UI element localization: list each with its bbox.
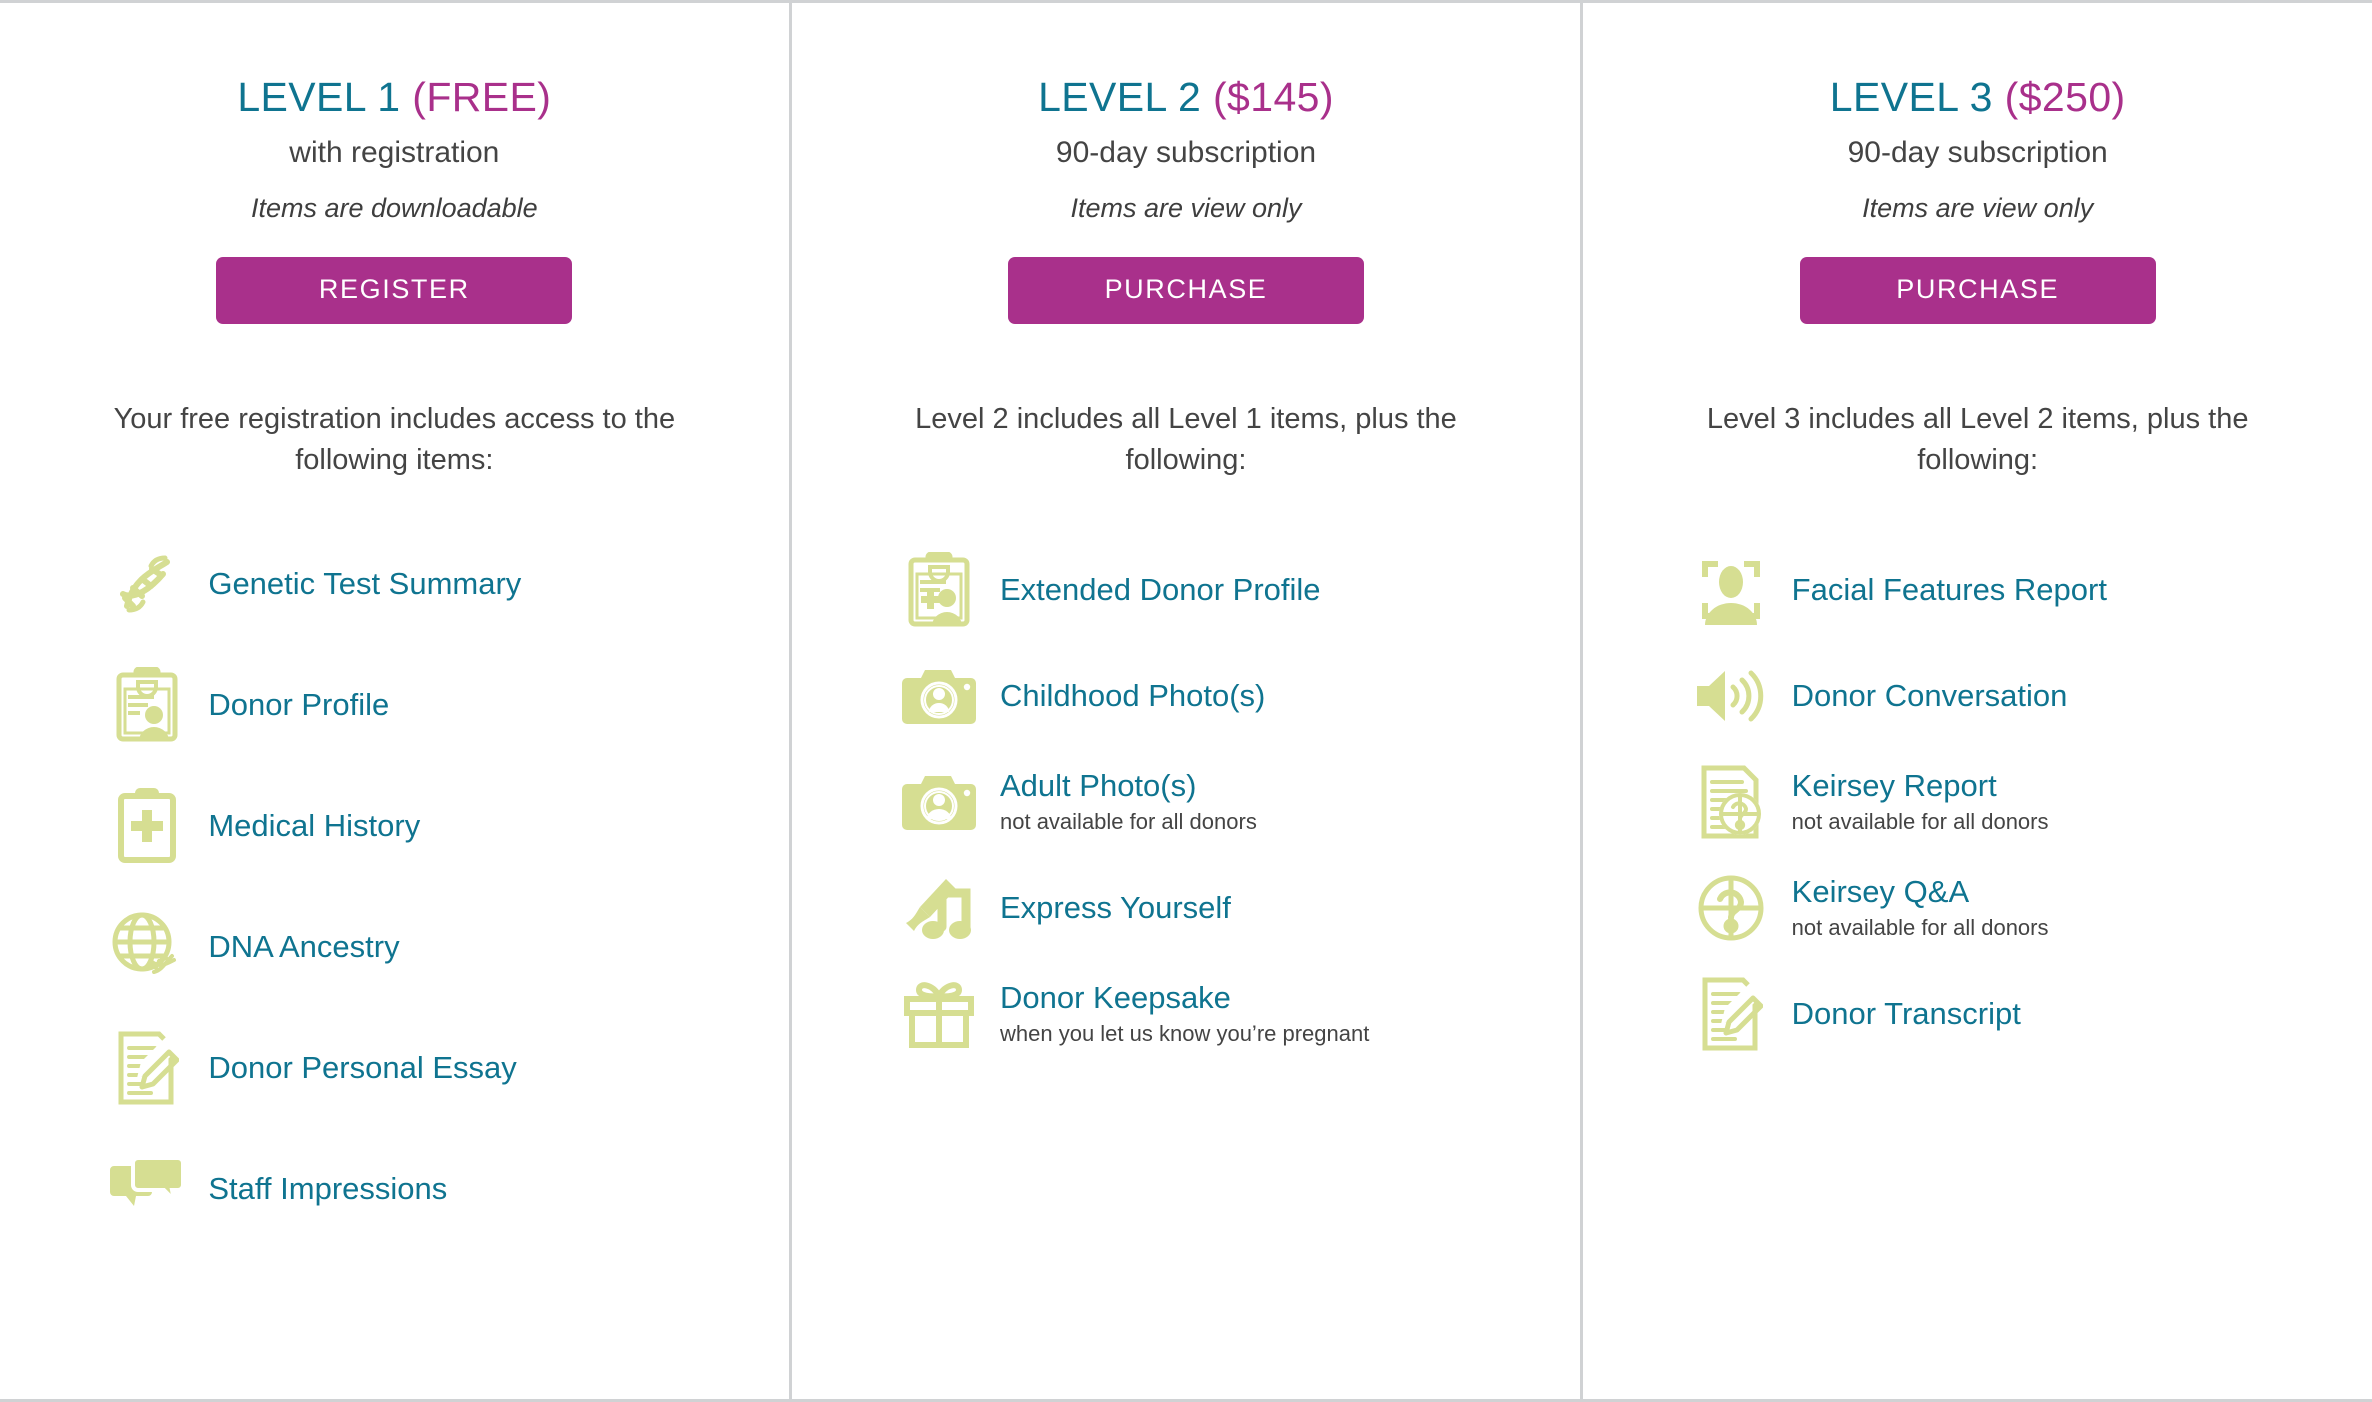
list-item[interactable]: Genetic Test Summary: [74, 544, 714, 624]
feature-link[interactable]: Express Yourself: [1000, 890, 1231, 927]
feature-link[interactable]: Adult Photo(s): [1000, 768, 1257, 805]
feature-link[interactable]: Donor Conversation: [1792, 678, 2068, 715]
tier-intro-text: Your free registration includes access t…: [113, 402, 676, 476]
list-item[interactable]: Facial Features Report: [1658, 550, 2298, 630]
feature-list: Genetic Test Summary Donor Profile Medic…: [74, 544, 714, 1270]
tier-price: (FREE): [412, 74, 552, 120]
feature-note: when you let us know you’re pregnant: [1000, 1021, 1370, 1047]
gift-box-icon: [900, 975, 978, 1053]
clipboard-person-icon: [108, 666, 186, 744]
tier-header: LEVEL 2 ($145) 90-day subscription Items…: [792, 3, 1581, 324]
feature-link[interactable]: Donor Keepsake: [1000, 980, 1369, 1017]
feature-text: Donor Transcript: [1792, 996, 2021, 1033]
list-item[interactable]: Donor Profile: [74, 665, 714, 745]
speech-bubbles-icon: [108, 1150, 186, 1228]
tier-access-note: Items are view only: [1070, 192, 1302, 223]
tier-price: ($145): [1213, 74, 1334, 120]
tier-column-level-1: LEVEL 1 (FREE) with registration Items a…: [0, 3, 789, 1399]
document-pencil-icon: [108, 1029, 186, 1107]
feature-text: Adult Photo(s) not available for all don…: [1000, 768, 1257, 836]
circle-question-icon: [1692, 869, 1770, 947]
feature-note: not available for all donors: [1000, 809, 1257, 835]
feature-text: Facial Features Report: [1792, 572, 2107, 609]
paintbrush-music-note-icon: [900, 869, 978, 947]
list-item[interactable]: DNA Ancestry: [74, 907, 714, 987]
feature-link[interactable]: Donor Transcript: [1792, 996, 2021, 1033]
list-item[interactable]: Keirsey Q&A not available for all donors: [1658, 868, 2298, 948]
feature-link[interactable]: Staff Impressions: [208, 1171, 447, 1208]
list-item[interactable]: Donor Transcript: [1658, 974, 2298, 1054]
feature-note: not available for all donors: [1791, 809, 2049, 835]
clipboard-person-medical-icon: [900, 551, 978, 629]
purchase-button[interactable]: PURCHASE: [1799, 256, 2156, 324]
tier-column-level-2: LEVEL 2 ($145) 90-day subscription Items…: [788, 3, 1581, 1399]
dna-helix-icon: [108, 545, 186, 623]
feature-link[interactable]: Extended Donor Profile: [1000, 572, 1321, 609]
list-item[interactable]: Staff Impressions: [74, 1149, 714, 1229]
feature-text: Donor Keepsake when you let us know you’…: [1000, 980, 1369, 1048]
tier-access-note: Items are view only: [1862, 192, 2094, 223]
tier-name: LEVEL 2: [1038, 74, 1202, 120]
feature-text: Keirsey Q&A not available for all donors: [1792, 874, 2049, 942]
speaker-sound-icon: [1692, 657, 1770, 735]
feature-link[interactable]: Genetic Test Summary: [208, 566, 521, 603]
face-detection-icon: [1692, 551, 1770, 629]
tier-intro-text: Level 3 includes all Level 2 items, plus…: [1706, 402, 2249, 476]
page-title: LEVEL 2 ($145): [792, 77, 1581, 118]
list-item[interactable]: Donor Conversation: [1658, 656, 2298, 736]
tier-header: LEVEL 3 ($250) 90-day subscription Items…: [1583, 3, 2372, 324]
feature-text: Donor Profile: [208, 687, 389, 724]
tier-subtitle: 90-day subscription: [1847, 136, 2108, 169]
camera-portrait-icon: [900, 763, 978, 841]
feature-link[interactable]: Donor Profile: [208, 687, 389, 724]
feature-text: Donor Personal Essay: [208, 1050, 516, 1087]
feature-list: Facial Features Report Donor Conversatio…: [1658, 550, 2298, 1080]
clipboard-medical-cross-icon: [108, 787, 186, 865]
feature-link[interactable]: Facial Features Report: [1792, 572, 2107, 609]
feature-link[interactable]: Medical History: [208, 808, 420, 845]
feature-text: Childhood Photo(s): [1000, 678, 1265, 715]
feature-text: DNA Ancestry: [208, 929, 399, 966]
list-item[interactable]: Express Yourself: [866, 868, 1506, 948]
globe-dna-icon: [108, 908, 186, 986]
list-item[interactable]: Donor Keepsake when you let us know you’…: [866, 974, 1506, 1054]
tier-access-note: Items are downloadable: [250, 192, 538, 223]
tier-price: ($250): [2004, 74, 2126, 120]
feature-link[interactable]: DNA Ancestry: [208, 929, 399, 966]
list-item[interactable]: Keirsey Report not available for all don…: [1658, 762, 2298, 842]
camera-portrait-icon: [900, 657, 978, 735]
page-title: LEVEL 1 (FREE): [0, 77, 789, 118]
feature-note: not available for all donors: [1791, 915, 2049, 941]
feature-text: Donor Conversation: [1792, 678, 2068, 715]
document-pencil-icon: [1692, 975, 1770, 1053]
feature-link[interactable]: Keirsey Report: [1792, 768, 2049, 805]
feature-text: Extended Donor Profile: [1000, 572, 1321, 609]
page-title: LEVEL 3 ($250): [1583, 77, 2372, 118]
tier-column-level-3: LEVEL 3 ($250) 90-day subscription Items…: [1580, 3, 2372, 1399]
tier-name: LEVEL 3: [1829, 74, 1993, 120]
feature-link[interactable]: Keirsey Q&A: [1792, 874, 2049, 911]
purchase-button[interactable]: PURCHASE: [1008, 256, 1364, 324]
tier-header: LEVEL 1 (FREE) with registration Items a…: [0, 3, 789, 324]
list-item[interactable]: Childhood Photo(s): [866, 656, 1506, 736]
register-button[interactable]: REGISTER: [216, 256, 573, 324]
feature-text: Medical History: [208, 808, 420, 845]
document-question-icon: [1692, 763, 1770, 841]
list-item[interactable]: Adult Photo(s) not available for all don…: [866, 762, 1506, 842]
tier-subtitle: with registration: [289, 136, 500, 169]
feature-text: Genetic Test Summary: [208, 566, 521, 603]
feature-list: Extended Donor Profile Childhood Photo(s…: [866, 550, 1506, 1080]
feature-text: Express Yourself: [1000, 890, 1231, 927]
list-item[interactable]: Medical History: [74, 786, 714, 866]
pricing-tiers-board: LEVEL 1 (FREE) with registration Items a…: [0, 0, 2372, 1402]
tier-subtitle: 90-day subscription: [1055, 136, 1317, 169]
tier-name: LEVEL 1: [237, 74, 401, 120]
feature-text: Staff Impressions: [208, 1171, 447, 1208]
list-item[interactable]: Donor Personal Essay: [74, 1028, 714, 1108]
tier-intro-text: Level 2 includes all Level 1 items, plus…: [915, 402, 1457, 476]
feature-text: Keirsey Report not available for all don…: [1792, 768, 2049, 836]
feature-link[interactable]: Childhood Photo(s): [1000, 678, 1265, 715]
feature-link[interactable]: Donor Personal Essay: [208, 1050, 516, 1087]
list-item[interactable]: Extended Donor Profile: [866, 550, 1506, 630]
